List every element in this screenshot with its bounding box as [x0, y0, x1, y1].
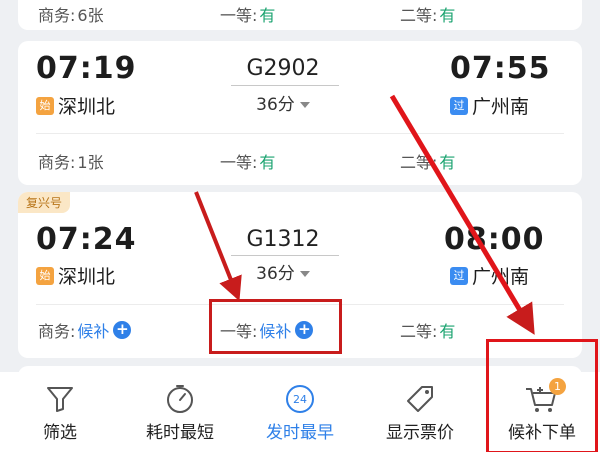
seat-second-class: 二等: 有 — [400, 6, 456, 25]
chevron-down-icon — [299, 102, 310, 108]
filter-button[interactable]: 筛选 — [20, 372, 100, 452]
duration-toggle[interactable]: 36分 — [223, 259, 343, 284]
waitlist-order-highlight-box — [486, 339, 598, 452]
departure-time: 07:24 — [36, 222, 137, 257]
seat-business-waitlist[interactable]: 商务: 候补 + — [38, 318, 132, 342]
arrival-time: 08:00 — [444, 222, 545, 257]
timer-icon — [164, 382, 196, 416]
train-number: G1312 — [246, 227, 320, 252]
clock-24-text: 24 — [293, 393, 307, 406]
price-tag-icon — [404, 382, 436, 416]
seat-first-class: 一等: 有 — [220, 6, 276, 25]
earliest-departure-button[interactable]: 24 发时最早 — [250, 372, 350, 452]
departure-station: 始深圳北 — [36, 262, 115, 289]
show-price-button[interactable]: 显示票价 — [370, 372, 470, 452]
clock-24-icon: 24 — [284, 382, 316, 416]
shortest-duration-button[interactable]: 耗时最短 — [130, 372, 230, 452]
departure-station: 始深圳北 — [36, 92, 115, 119]
train-card-previous[interactable]: 商务: 6张 一等: 有 二等: 有 — [18, 0, 582, 30]
seat-first-class: 一等: 有 — [220, 153, 276, 172]
fuxing-tag: 复兴号 — [18, 192, 71, 213]
origin-badge: 始 — [36, 266, 54, 285]
seat-second-class: 二等: 有 — [400, 153, 456, 172]
plus-icon[interactable]: + — [113, 321, 132, 339]
route-line — [231, 85, 339, 86]
seat-business: 商务: 6张 — [38, 6, 104, 25]
seat-second-class: 二等: 有 — [400, 322, 456, 341]
arrival-station: 过广州南 — [450, 262, 529, 289]
train-card[interactable]: 07:19 G2902 36分 07:55 始深圳北 过广州南 商务: 1张 一等… — [18, 41, 582, 185]
filter-icon — [45, 382, 75, 416]
first-class-highlight-box — [209, 299, 342, 354]
divider — [36, 133, 564, 134]
passing-badge: 过 — [450, 266, 468, 285]
chevron-down-icon — [299, 271, 310, 277]
seat-business: 商务: 1张 — [38, 153, 104, 172]
route-line — [231, 255, 339, 256]
arrival-time: 07:55 — [450, 51, 551, 86]
arrival-station: 过广州南 — [450, 92, 529, 119]
departure-time: 07:19 — [36, 51, 137, 86]
origin-badge: 始 — [36, 96, 54, 115]
train-number: G2902 — [246, 56, 320, 81]
passing-badge: 过 — [450, 96, 468, 115]
duration-toggle[interactable]: 36分 — [223, 90, 343, 115]
